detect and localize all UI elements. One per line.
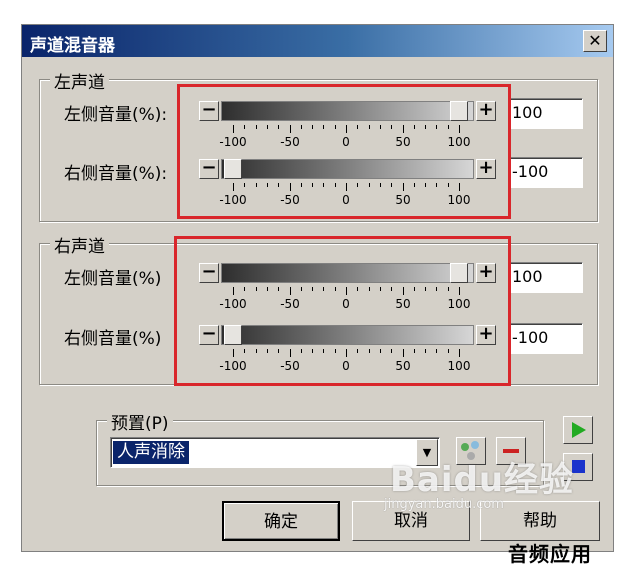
- rc-left-volume-label: 左侧音量(%): [64, 269, 162, 289]
- preset-selected-value: 人声消除: [113, 441, 189, 464]
- lc-left-volume-label: 左侧音量(%):: [64, 105, 168, 125]
- play-icon: [572, 422, 586, 438]
- preset-group-label: 预置(P): [107, 409, 173, 434]
- lc-right-volume-value[interactable]: -100: [509, 157, 583, 188]
- window-title: 声道混音器: [30, 36, 115, 56]
- lc-left-volume-value[interactable]: 100: [509, 98, 583, 129]
- left-channel-group-label: 左声道: [50, 68, 109, 93]
- ok-button[interactable]: 确定: [222, 501, 340, 541]
- corner-caption: 音频应用: [508, 542, 592, 566]
- baidu-watermark: Baidu经验: [390, 460, 575, 500]
- rc-left-volume-value[interactable]: 100: [509, 262, 583, 293]
- close-button[interactable]: ✕: [583, 30, 607, 52]
- left-channel-highlight-box: [177, 84, 511, 219]
- play-button[interactable]: [563, 416, 593, 444]
- right-channel-highlight-box: [174, 236, 511, 386]
- right-channel-group-label: 右声道: [50, 232, 109, 257]
- lc-right-volume-label: 右侧音量(%):: [64, 164, 168, 184]
- rc-right-volume-value[interactable]: -100: [509, 323, 583, 354]
- watermark-url: jingyan.baidu.com: [384, 497, 504, 512]
- close-icon: ✕: [588, 31, 602, 50]
- rc-right-volume-label: 右侧音量(%): [64, 329, 162, 349]
- title-bar[interactable]: 声道混音器 ✕: [22, 25, 613, 57]
